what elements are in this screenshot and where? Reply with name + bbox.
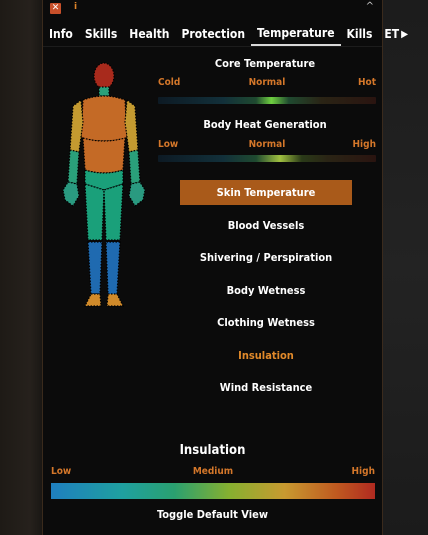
insulation-scale-title: Insulation [179,443,246,458]
left-hand-region [62,181,80,207]
left-shin-region [87,241,103,295]
tab-more-arrow-icon[interactable]: ▶ [401,29,408,40]
insulation-color-scale [51,483,375,499]
info-button[interactable]: i [74,2,77,12]
neck-region [98,86,110,97]
tab-skills[interactable]: Skills [79,23,123,45]
menu-blood-vessels[interactable]: Blood Vessels [180,213,352,238]
abdomen-region [82,137,126,174]
core-temperature-title: Core Temperature [214,57,316,70]
insulation-scale-labels: Low Medium High [51,466,375,480]
body-heat-labels: Low Normal High [158,139,376,153]
right-upper-arm-region [124,98,139,153]
right-hand-region [128,181,146,207]
right-foot-region [106,293,124,307]
panel-topbar: ✕ i ^ [43,0,382,18]
tab-temperature[interactable]: Temperature [251,22,341,46]
chest-region [80,95,128,142]
menu-skin-temperature[interactable]: Skin Temperature [180,180,352,205]
tab-protection[interactable]: Protection [176,23,252,45]
left-upper-arm-region [69,98,84,153]
menu-wind-resistance[interactable]: Wind Resistance [180,375,352,400]
body-temperature-figure [62,62,146,307]
close-button[interactable]: ✕ [50,3,61,14]
head-region [93,62,115,90]
core-temperature-gauge [158,97,376,104]
right-forearm-region [128,149,141,185]
right-shin-region [105,241,121,295]
body-heat-title: Body Heat Generation [203,118,327,131]
menu-body-wetness[interactable]: Body Wetness [180,278,352,303]
core-temperature-labels: Cold Normal Hot [158,77,376,91]
body-heat-mid-label: Normal [248,139,286,150]
body-heat-high-label: High [352,139,376,150]
tab-divider [43,46,382,47]
tab-info[interactable]: Info [43,23,79,45]
overlay-menu: Skin Temperature Blood Vessels Shivering… [180,180,352,408]
menu-clothing-wetness[interactable]: Clothing Wetness [180,310,352,335]
body-heat-gauge [158,155,376,162]
core-temperature-low-label: Cold [158,77,181,88]
menu-insulation[interactable]: Insulation [180,343,352,368]
tab-kills[interactable]: Kills [341,23,379,45]
left-foot-region [84,293,102,307]
right-thigh-region [103,183,124,241]
insulation-high-label: High [351,466,375,477]
collapse-button[interactable]: ^ [366,1,374,12]
core-temperature-mid-label: Normal [248,77,286,88]
background-right [383,0,428,535]
left-thigh-region [84,183,105,241]
character-panel: ✕ i ^ Info Skills Health Protection Temp… [42,0,408,535]
insulation-mid-label: Medium [192,466,234,477]
tab-bar: Info Skills Health Protection Temperatur… [43,22,408,46]
core-temperature-high-label: Hot [357,77,376,88]
tab-health[interactable]: Health [123,23,175,45]
left-forearm-region [67,149,80,185]
toggle-default-view-button[interactable]: Toggle Default View [43,508,382,521]
insulation-low-label: Low [51,466,72,477]
menu-shivering-perspiration[interactable]: Shivering / Perspiration [180,245,352,270]
body-heat-low-label: Low [158,139,179,150]
